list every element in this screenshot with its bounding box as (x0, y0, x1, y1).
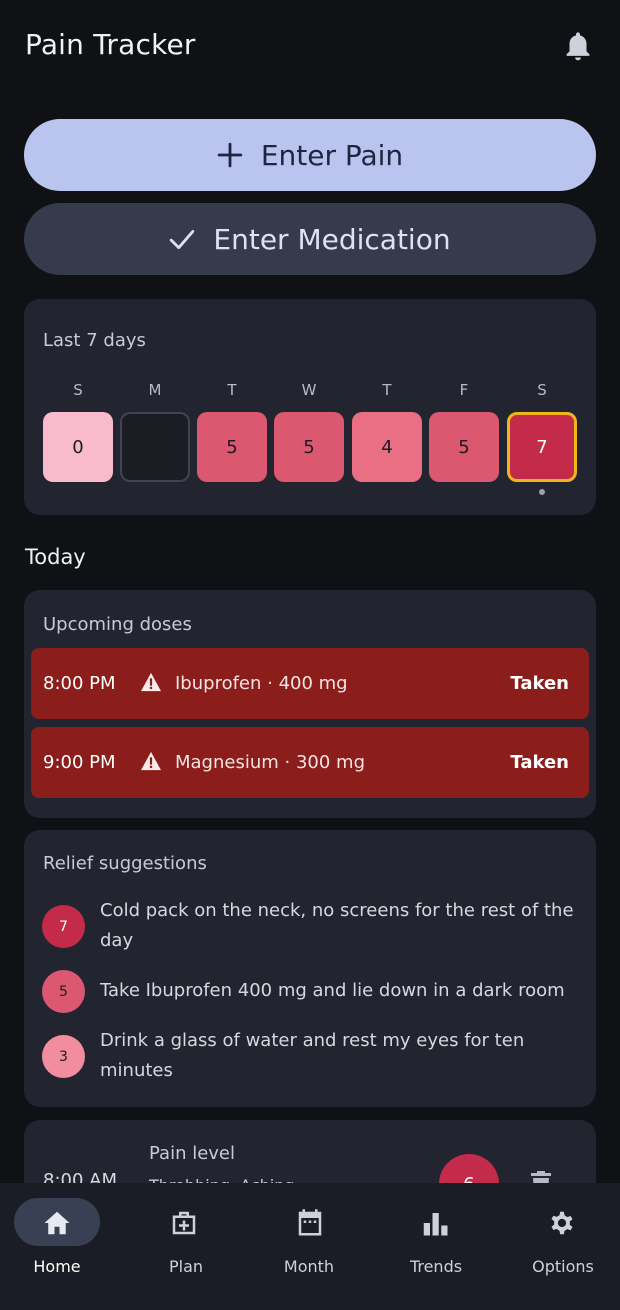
dose-name: Ibuprofen · 400 mg (175, 673, 348, 694)
dose-taken-button[interactable]: Taken (510, 752, 569, 773)
day-letter: S (73, 381, 83, 399)
entry-label: Pain level (149, 1143, 236, 1164)
day-cell[interactable]: 5 (197, 412, 267, 482)
pain-level-badge: 5 (42, 970, 85, 1013)
day-letter: T (382, 381, 392, 399)
nav-label: Home (33, 1257, 81, 1276)
page-title: Pain Tracker (25, 28, 196, 61)
enter-medication-label: Enter Medication (213, 222, 451, 256)
dose-time: 8:00 PM (43, 673, 116, 694)
selected-day-indicator (539, 489, 545, 495)
warning-icon (141, 751, 161, 771)
nav-item-plan[interactable]: Plan (124, 1183, 248, 1310)
day-cell[interactable]: 5 (274, 412, 344, 482)
bottom-navigation: Home Plan Month Trends Options (0, 1183, 620, 1310)
home-icon (44, 1211, 70, 1235)
last-7-days-title: Last 7 days (43, 330, 146, 351)
nav-label: Plan (168, 1257, 204, 1276)
upcoming-doses-card: Upcoming doses 8:00 PM Ibuprofen · 400 m… (24, 590, 596, 818)
nav-label: Month (283, 1257, 335, 1276)
relief-suggestions-card: Relief suggestions 7 Cold pack on the ne… (24, 830, 596, 1107)
relief-suggestions-title: Relief suggestions (43, 853, 207, 874)
dose-time: 9:00 PM (43, 752, 116, 773)
day-cell[interactable]: 5 (429, 412, 499, 482)
warning-icon (141, 672, 161, 692)
dose-row[interactable]: 9:00 PM Magnesium · 300 mg Taken (31, 727, 589, 798)
suggestion-text: Drink a glass of water and rest my eyes … (100, 1030, 525, 1081)
pain-level-badge: 7 (42, 905, 85, 948)
day-cell[interactable]: 0 (43, 412, 113, 482)
nav-item-options[interactable]: Options (496, 1183, 620, 1310)
dose-row[interactable]: 8:00 PM Ibuprofen · 400 mg Taken (31, 648, 589, 719)
enter-medication-button[interactable]: Enter Medication (24, 203, 596, 275)
nav-item-home[interactable]: Home (0, 1183, 124, 1310)
day-cell[interactable]: 4 (352, 412, 422, 482)
enter-pain-label: Enter Pain (260, 138, 404, 172)
today-heading: Today (25, 545, 86, 569)
suggestion-text: Take Ibuprofen 400 mg and lie down in a … (100, 980, 565, 1001)
dose-taken-button[interactable]: Taken (510, 673, 569, 694)
nav-label: Options (532, 1257, 594, 1276)
enter-pain-button[interactable]: Enter Pain (24, 119, 596, 191)
plus-icon (217, 142, 243, 168)
check-icon (170, 230, 195, 250)
day-cell[interactable] (120, 412, 190, 482)
upcoming-doses-title: Upcoming doses (43, 614, 192, 635)
nav-label: Trends (409, 1257, 463, 1276)
bar-chart-icon (423, 1213, 448, 1236)
day-cell-selected[interactable]: 7 (507, 412, 577, 482)
day-letter: F (459, 381, 469, 399)
last-7-days-card: Last 7 days S M T W T F S 0 5 5 4 5 7 (24, 299, 596, 515)
day-letter: T (227, 381, 237, 399)
day-letter: M (148, 381, 162, 399)
nav-item-trends[interactable]: Trends (372, 1183, 496, 1310)
suggestion-text: Cold pack on the neck, no screens for th… (100, 900, 574, 951)
dose-name: Magnesium · 300 mg (175, 752, 365, 773)
medical-bag-icon (172, 1211, 196, 1235)
day-letter: W (301, 381, 317, 399)
day-letter: S (537, 381, 547, 399)
pain-tracker-app: Pain Tracker Enter Pain Enter Medication… (0, 0, 620, 1310)
calendar-icon (298, 1209, 322, 1236)
gear-icon (551, 1211, 573, 1235)
pain-level-badge: 3 (42, 1035, 85, 1078)
bell-icon[interactable] (563, 30, 593, 64)
nav-item-month[interactable]: Month (248, 1183, 372, 1310)
app-header: Pain Tracker (0, 0, 620, 92)
